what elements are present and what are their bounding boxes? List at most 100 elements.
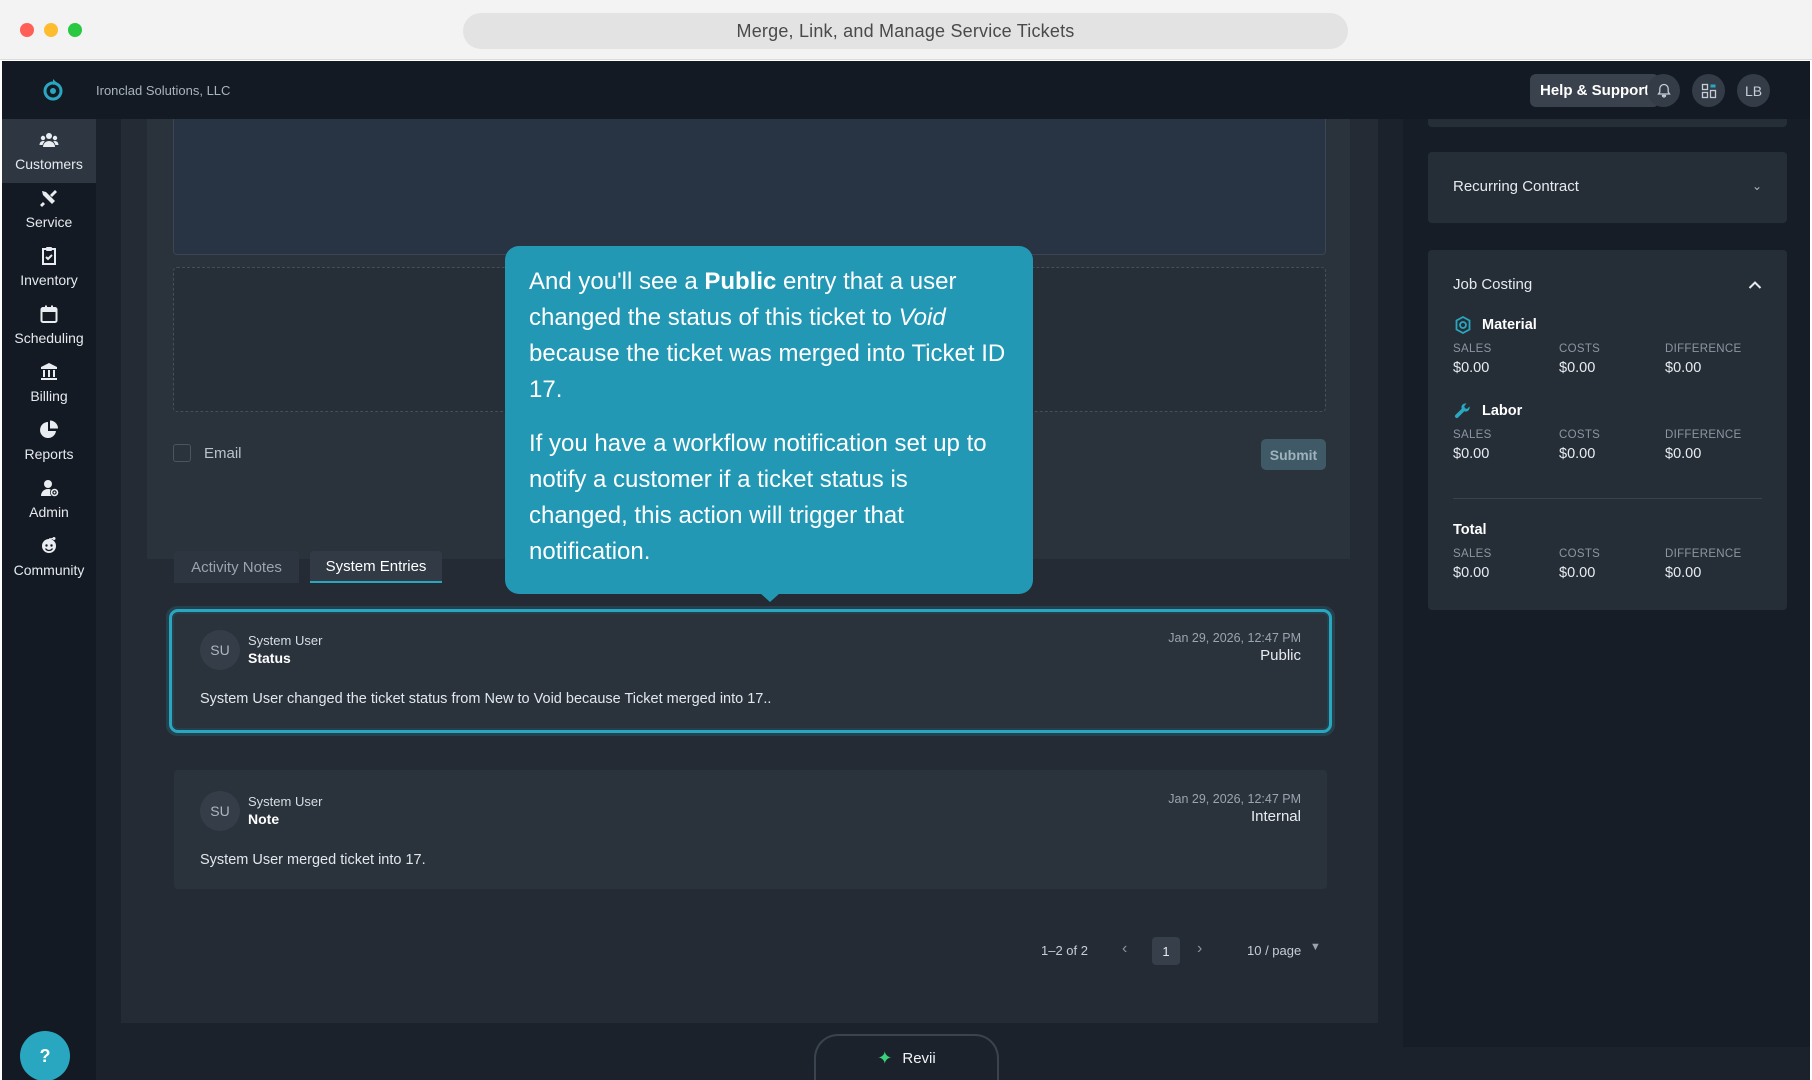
sidebar-item-inventory[interactable]: Inventory bbox=[2, 235, 96, 299]
entry-date: Jan 29, 2026, 12:47 PM bbox=[1168, 631, 1301, 645]
sidebar-item-label: Inventory bbox=[20, 272, 78, 288]
caret-down-icon: ▼ bbox=[1310, 941, 1321, 953]
entry-visibility: Internal bbox=[1250, 808, 1301, 825]
costs-label: COSTS bbox=[1559, 548, 1601, 560]
total-costs-value: $0.00 bbox=[1559, 565, 1596, 581]
page-size-select[interactable]: 10 / page bbox=[1247, 943, 1301, 958]
system-entry-row: SU System User Note Jan 29, 2026, 12:47 … bbox=[174, 770, 1327, 889]
sidebar-item-label: Scheduling bbox=[14, 330, 84, 346]
prev-page-chevron-icon[interactable]: ‹ bbox=[1122, 940, 1127, 958]
sales-label: SALES bbox=[1453, 429, 1492, 441]
entry-avatar: SU bbox=[200, 630, 240, 670]
recurring-contract-card[interactable]: Recurring Contract ⌄ bbox=[1428, 152, 1787, 223]
wrench-icon bbox=[1454, 403, 1470, 419]
top-nav: Ironclad Solutions, LLC Help & Support L… bbox=[2, 61, 1810, 119]
note-editor[interactable] bbox=[173, 119, 1326, 255]
sidebar-item-service[interactable]: Service bbox=[2, 177, 96, 241]
chevron-up-icon[interactable] bbox=[1748, 280, 1762, 290]
app-logo-icon[interactable] bbox=[38, 75, 68, 105]
tab-activity-notes[interactable]: Activity Notes bbox=[174, 551, 299, 583]
labor-title: Labor bbox=[1482, 403, 1523, 419]
material-costs-value: $0.00 bbox=[1559, 360, 1596, 376]
entry-user: System User bbox=[248, 794, 323, 809]
window-titlebar: Merge, Link, and Manage Service Tickets bbox=[0, 0, 1812, 60]
entry-date: Jan 29, 2026, 12:47 PM bbox=[1168, 792, 1301, 806]
bank-icon bbox=[41, 363, 57, 380]
tooltip-paragraph-1: And you'll see a Public entry that a use… bbox=[529, 264, 1009, 408]
notifications-button[interactable] bbox=[1647, 74, 1680, 107]
entry-type: Status bbox=[248, 650, 291, 666]
sales-label: SALES bbox=[1453, 548, 1492, 560]
sidebar-item-label: Admin bbox=[29, 504, 69, 520]
close-window-button[interactable] bbox=[20, 23, 34, 37]
sidebar-item-admin[interactable]: Admin bbox=[2, 467, 96, 531]
difference-label: DIFFERENCE bbox=[1665, 548, 1742, 560]
entry-type: Note bbox=[248, 811, 280, 827]
sidebar-item-scheduling[interactable]: Scheduling bbox=[2, 293, 96, 357]
bell-icon bbox=[1656, 83, 1671, 98]
pie-chart-icon bbox=[40, 420, 58, 438]
costs-label: COSTS bbox=[1559, 343, 1601, 355]
labor-difference-value: $0.00 bbox=[1665, 446, 1702, 462]
tab-system-entries[interactable]: System Entries bbox=[310, 551, 442, 583]
total-difference-value: $0.00 bbox=[1665, 565, 1702, 581]
sales-label: SALES bbox=[1453, 343, 1492, 355]
labor-sales-value: $0.00 bbox=[1453, 446, 1490, 462]
sidebar-item-customers[interactable]: Customers bbox=[2, 119, 96, 183]
revii-label: Revii bbox=[902, 1049, 936, 1067]
material-icon bbox=[1455, 315, 1471, 335]
job-costing-card: Job Costing Material SALES COSTS DIFFERE… bbox=[1428, 250, 1787, 610]
material-difference-value: $0.00 bbox=[1665, 360, 1702, 376]
email-checkbox[interactable] bbox=[173, 444, 191, 462]
sparkle-icon: ✦ bbox=[877, 1047, 893, 1068]
tooltip-bold-text: Public bbox=[704, 268, 777, 295]
service-icon bbox=[40, 190, 57, 207]
customers-icon bbox=[39, 133, 59, 147]
grid-icon bbox=[1701, 83, 1716, 98]
sidebar-item-label: Customers bbox=[15, 156, 83, 172]
tooltip-paragraph-2: If you have a workflow notification set … bbox=[529, 430, 987, 565]
pagination-page-1[interactable]: 1 bbox=[1152, 937, 1180, 965]
collapsed-card-edge bbox=[1428, 119, 1787, 127]
sidebar-item-community[interactable]: Community bbox=[2, 525, 96, 589]
sidebar-item-label: Service bbox=[25, 214, 73, 230]
costs-label: COSTS bbox=[1559, 429, 1601, 441]
total-title: Total bbox=[1453, 522, 1487, 538]
walkthrough-tooltip: And you'll see a Public entry that a use… bbox=[505, 246, 1033, 594]
calendar-icon bbox=[40, 305, 58, 323]
company-name: Ironclad Solutions, LLC bbox=[96, 83, 231, 98]
entry-avatar: SU bbox=[200, 791, 240, 831]
total-sales-value: $0.00 bbox=[1453, 565, 1490, 581]
tooltip-italic-text: Void bbox=[898, 304, 946, 331]
divider bbox=[1453, 498, 1762, 499]
difference-label: DIFFERENCE bbox=[1665, 429, 1742, 441]
user-avatar[interactable]: LB bbox=[1737, 74, 1770, 107]
tooltip-pointer bbox=[760, 593, 780, 602]
help-fab-button[interactable]: ? bbox=[20, 1031, 70, 1080]
apps-button[interactable] bbox=[1692, 74, 1725, 107]
window-title: Merge, Link, and Manage Service Tickets bbox=[463, 13, 1348, 49]
recurring-contract-title: Recurring Contract bbox=[1453, 178, 1579, 195]
entry-user: System User bbox=[248, 633, 323, 648]
sidebar-item-billing[interactable]: Billing bbox=[2, 351, 96, 415]
next-page-chevron-icon[interactable]: › bbox=[1197, 940, 1202, 958]
submit-button[interactable]: Submit bbox=[1261, 439, 1326, 470]
material-title: Material bbox=[1482, 317, 1537, 333]
entry-visibility: Public bbox=[1260, 647, 1301, 664]
revii-button[interactable]: ✦ Revii bbox=[814, 1034, 999, 1080]
inventory-icon bbox=[42, 247, 56, 265]
sidebar-item-label: Community bbox=[13, 562, 85, 578]
difference-label: DIFFERENCE bbox=[1665, 343, 1742, 355]
minimize-window-button[interactable] bbox=[44, 23, 58, 37]
sidebar-item-reports[interactable]: Reports bbox=[2, 409, 96, 473]
sidebar-item-label: Reports bbox=[24, 446, 74, 462]
maximize-window-button[interactable] bbox=[68, 23, 82, 37]
chevron-down-icon[interactable]: ⌄ bbox=[1752, 179, 1762, 193]
sidebar: Customers Service Inventory Scheduling B… bbox=[2, 119, 96, 1080]
admin-icon bbox=[41, 480, 59, 497]
labor-costs-value: $0.00 bbox=[1559, 446, 1596, 462]
tooltip-text: And you'll see a bbox=[529, 268, 705, 295]
entry-message: System User merged ticket into 17. bbox=[200, 852, 426, 868]
help-support-button[interactable]: Help & Support bbox=[1530, 74, 1660, 107]
entry-message: System User changed the ticket status fr… bbox=[200, 691, 772, 707]
